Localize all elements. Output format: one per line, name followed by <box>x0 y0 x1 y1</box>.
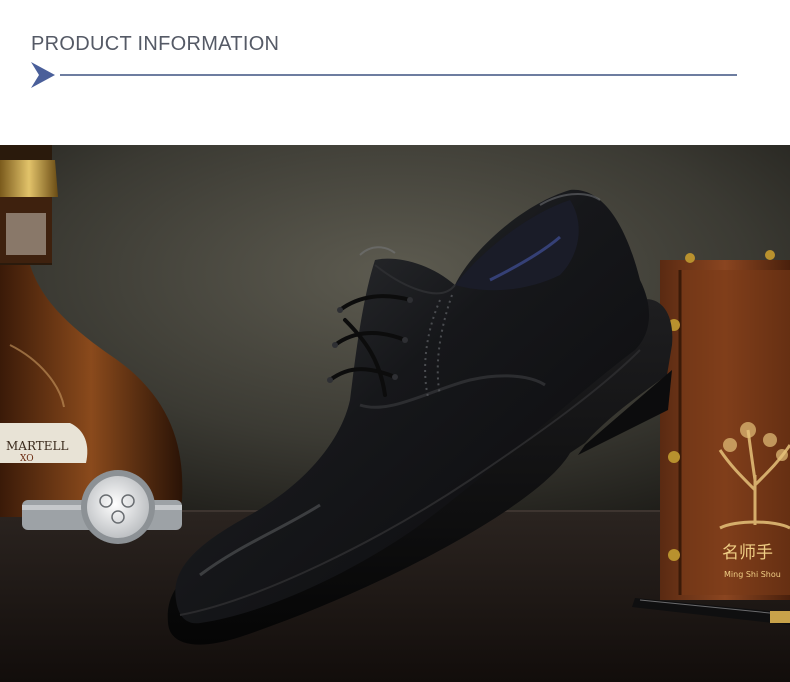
box-brand-pinyin: Ming Shi Shou <box>724 570 781 579</box>
section-title: PRODUCT INFORMATION <box>31 33 280 55</box>
bottle-label-sub: XO <box>20 454 34 464</box>
header-divider <box>60 74 737 76</box>
bottle-label-brand: MARTELL <box>6 439 69 453</box>
box-brand-chinese: 名师手 <box>722 543 773 563</box>
product-photo: MARTELL XO 名师手 Ming Shi Shou <box>0 145 790 682</box>
wooden-box: 名师手 Ming Shi Shou <box>660 250 790 600</box>
section-header: PRODUCT INFORMATION <box>0 0 790 145</box>
chevron-right-icon <box>31 62 55 88</box>
